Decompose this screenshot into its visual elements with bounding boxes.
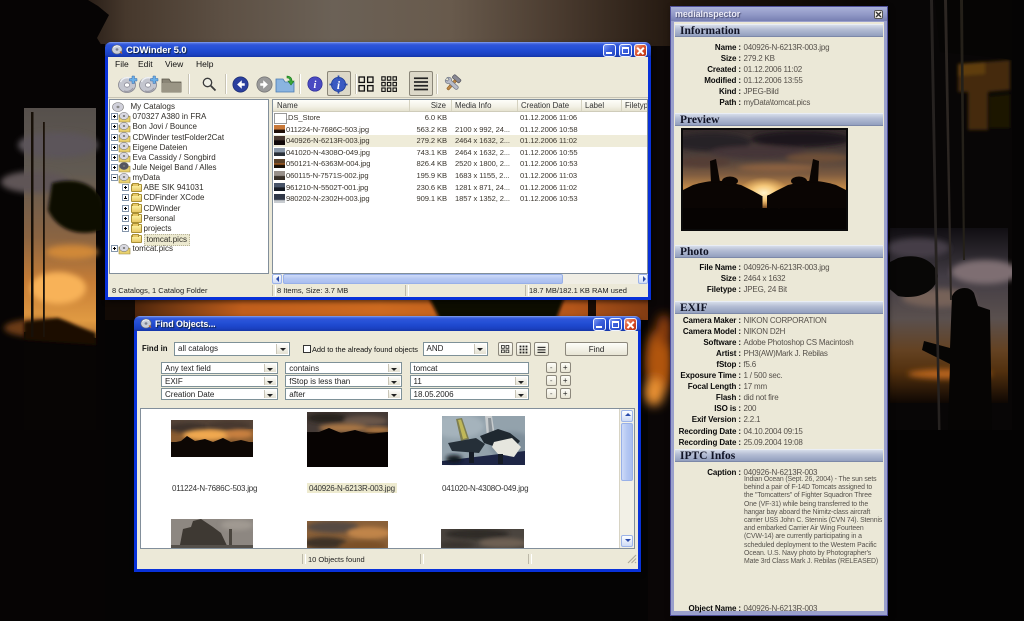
svg-text:i: i	[314, 80, 317, 91]
